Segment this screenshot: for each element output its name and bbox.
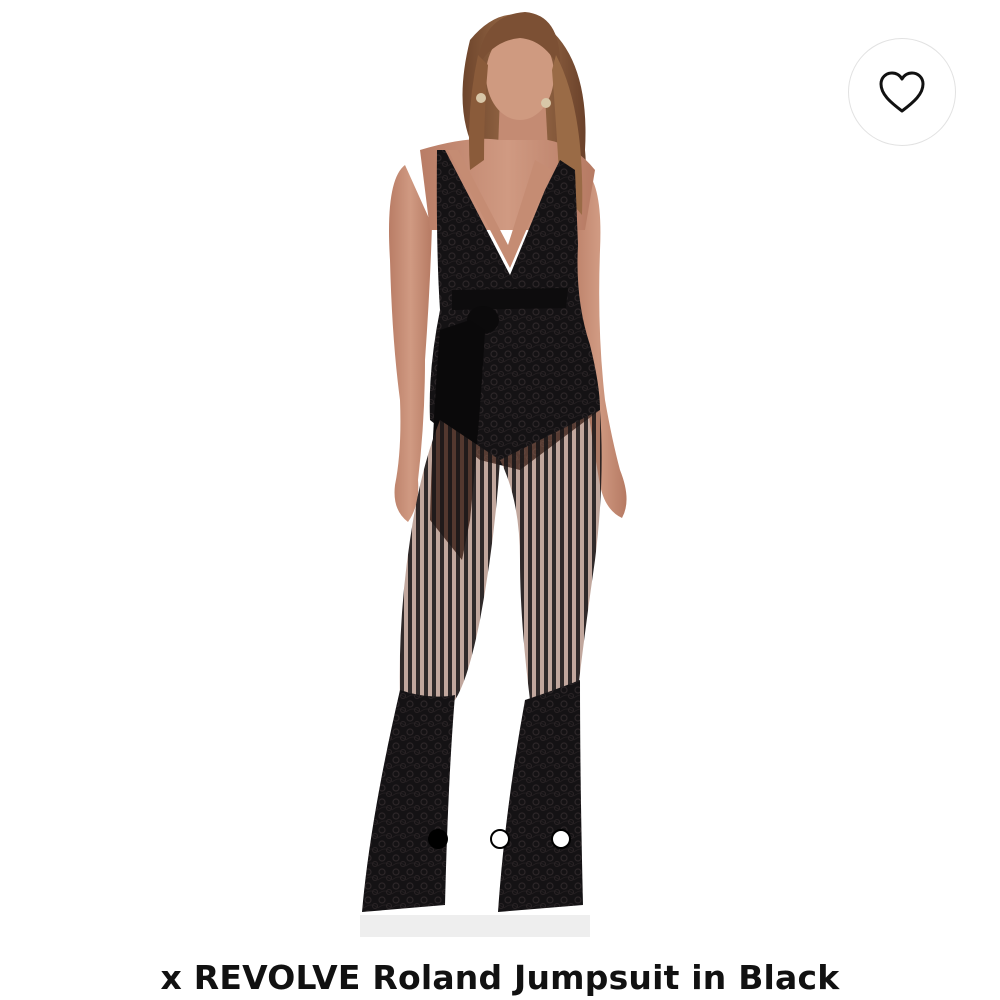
product-title: x REVOLVE Roland Jumpsuit in Black [160, 958, 840, 997]
carousel-dot-1[interactable] [428, 829, 448, 849]
floor-shadow [360, 915, 590, 937]
earring-right [541, 98, 551, 108]
heart-outline-icon [879, 71, 925, 113]
carousel-dot-2[interactable] [490, 829, 510, 849]
carousel-dot-3[interactable] [551, 829, 571, 849]
waist-belt [452, 288, 568, 310]
earring-left [476, 93, 486, 103]
left-flare [362, 690, 455, 912]
right-leg [500, 410, 602, 700]
right-flare [498, 680, 583, 912]
product-image[interactable] [0, 0, 1000, 960]
wishlist-button[interactable] [848, 38, 956, 146]
image-carousel-dots [427, 829, 577, 851]
